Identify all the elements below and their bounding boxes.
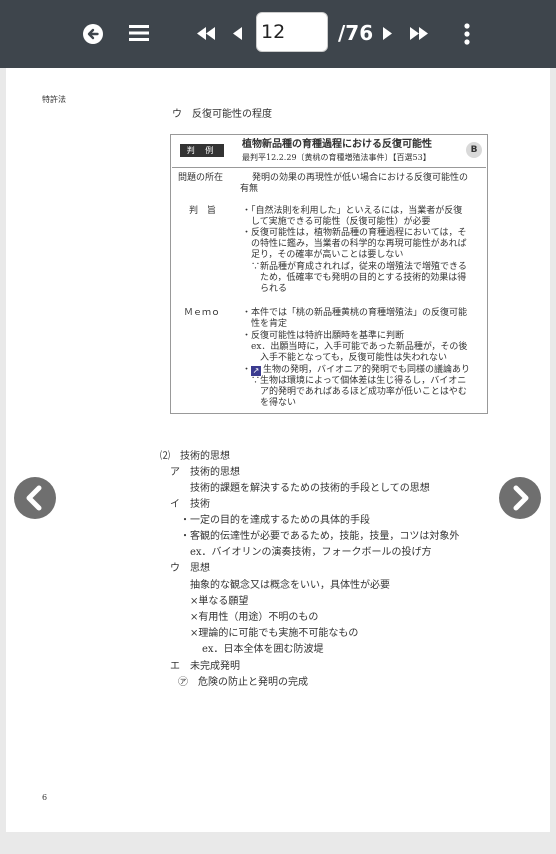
- section2-line: ×理論的に可能でも実施不可能なもの: [190, 628, 359, 639]
- section2-line: ex．バイオリンの演奏技術，フォークボールの投げ方: [190, 547, 432, 558]
- gist-label: 判 旨: [189, 206, 217, 216]
- section2-line: ア 技術的思想: [170, 467, 240, 478]
- chevron-left-circle-icon: [26, 485, 42, 511]
- memo-line: 性を肯定: [242, 319, 288, 329]
- case-citation: 最判平12.2.29〔黄桃の育種増殖法事件〕【百選53】: [242, 153, 431, 162]
- memo-label: Ｍｅｍｏ: [184, 308, 221, 318]
- memo-line: 入手不能となっても，反復可能性は失われない: [242, 353, 448, 363]
- case-divider: [172, 167, 486, 168]
- next-page-icon[interactable]: [383, 27, 392, 40]
- section2-line: ・一定の目的を達成するための具体的手段: [180, 515, 370, 526]
- section2-title: ⑵ 技術的思想: [160, 451, 230, 462]
- issue-line: 発明の効果の再現性が低い場合における反復可能性の: [252, 173, 469, 183]
- memo-arrow-line: 生物の発明，バイオニア的発明でも同様の議論あり: [263, 365, 471, 375]
- last-page-icon[interactable]: [410, 27, 428, 40]
- prev-page-button[interactable]: [14, 477, 56, 519]
- case-title: 植物新品種の育種過程における反復可能性: [242, 139, 432, 150]
- section2-line: ㋐ 危険の防止と発明の完成: [178, 677, 308, 688]
- section2-line: ×単なる願望: [190, 596, 249, 607]
- section-u-heading: ウ 反復可能性の程度: [172, 109, 272, 120]
- first-page-icon[interactable]: [197, 27, 215, 40]
- page-header: 特許法: [42, 95, 66, 104]
- next-page-button[interactable]: [499, 477, 541, 519]
- gist-line: 足り，その確率が高いことは要しない: [242, 250, 404, 260]
- more-vertical-icon[interactable]: [463, 23, 471, 45]
- page-total: /76: [338, 21, 374, 45]
- prev-page-icon[interactable]: [233, 27, 242, 40]
- section2-line: イ 技術: [170, 499, 210, 510]
- rank-badge: B: [466, 142, 482, 158]
- page-number: 6: [42, 793, 48, 802]
- section2-line: ・客観的伝達性が必要であるため，技能，技量，コツは対象外: [180, 531, 460, 542]
- section2-line: ウ 思想: [170, 563, 210, 574]
- section2-line: エ 未完成発明: [170, 661, 240, 672]
- section2-line: ×有用性（用途）不明のもの: [190, 612, 319, 623]
- section2-line: 抽象的な観念又は概念をいい，具体性が必要: [190, 580, 390, 591]
- gist-line: られる: [242, 284, 288, 294]
- bottom-bar: [0, 832, 556, 854]
- page-number-input[interactable]: [256, 12, 328, 52]
- chevron-right-circle-icon: [513, 485, 529, 511]
- section2-line: 技術的課題を解決するための技術的手段としての思想: [190, 483, 430, 494]
- case-badge: 判 例: [180, 144, 224, 157]
- menu-icon[interactable]: [129, 24, 149, 42]
- issue-line: 有無: [240, 184, 259, 194]
- section2-line: ex．日本全体を囲む防波堤: [202, 644, 324, 655]
- back-circle-icon[interactable]: [82, 23, 104, 45]
- toolbar: /76: [0, 0, 556, 68]
- memo-line: を得ない: [242, 398, 297, 408]
- issue-label: 問題の所在: [178, 173, 224, 183]
